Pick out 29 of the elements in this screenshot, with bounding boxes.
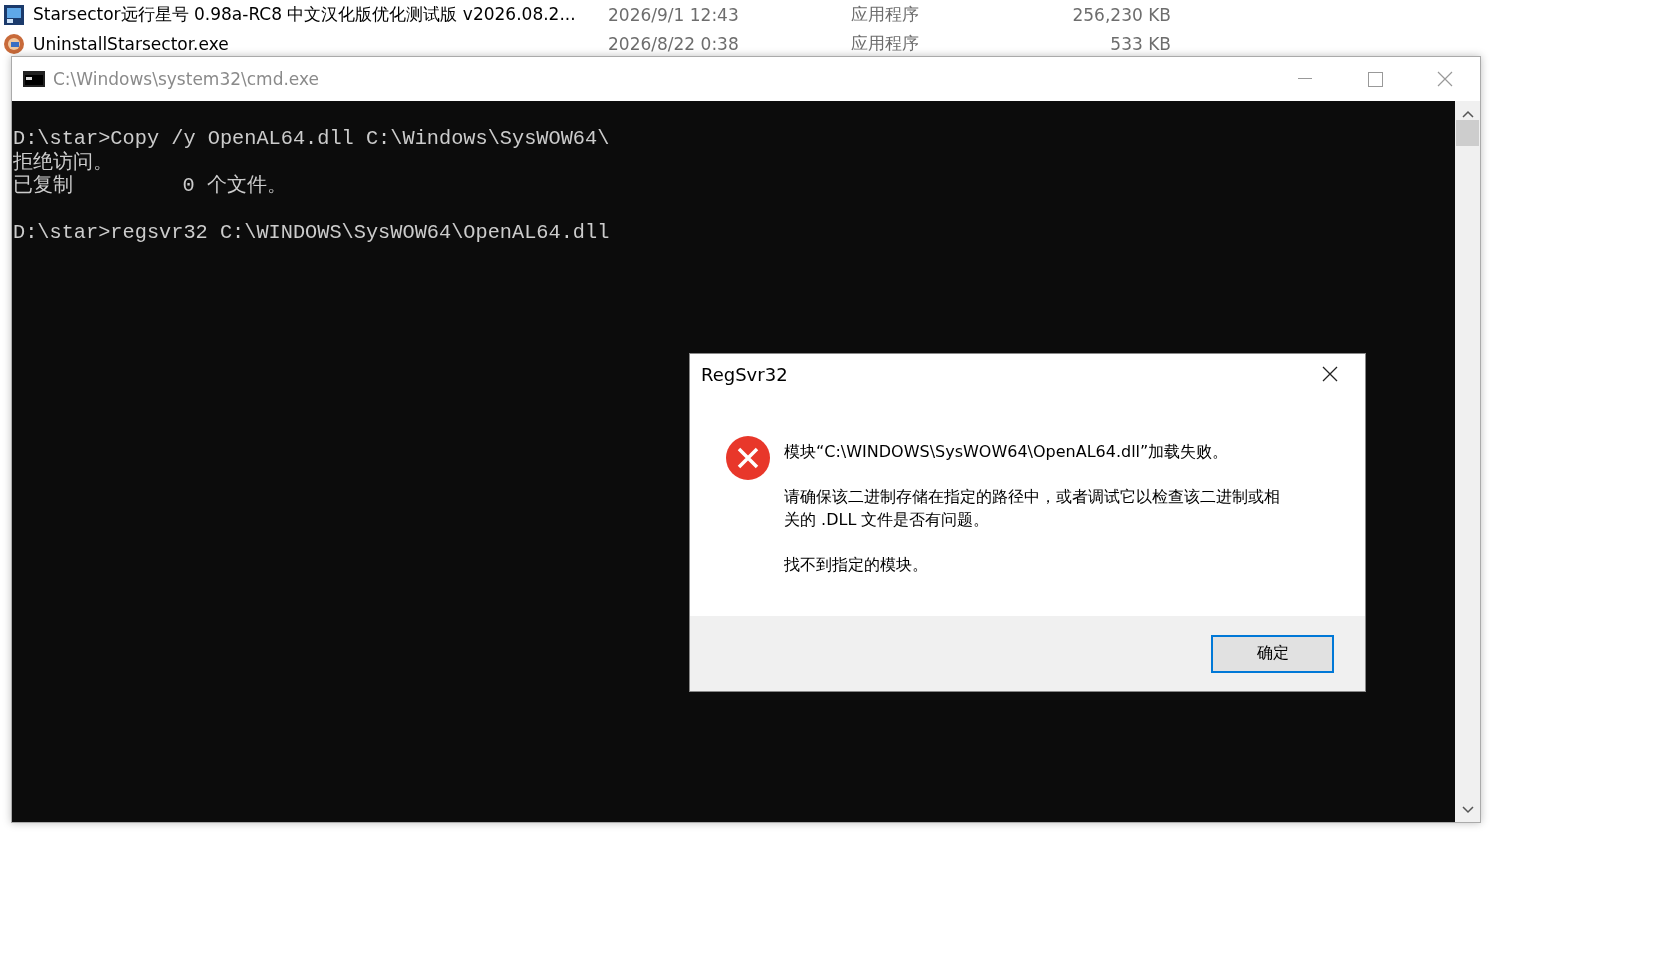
file-name[interactable]: Starsector远行星号 0.98a-RC8 中文汉化版优化测试版 v2026.08.2... — [33, 3, 608, 26]
application-icon — [3, 3, 25, 26]
installer-icon — [3, 32, 25, 55]
scrollbar[interactable] — [1455, 101, 1480, 822]
error-message: 请确保该二进制存储在指定的路径中，或者调试它以检查该二进制或相关的 .DLL 文件是否有问题。 — [784, 486, 1281, 531]
window-title: C:\Windows\system32\cmd.exe — [53, 69, 320, 89]
error-icon — [726, 436, 770, 480]
file-size: 533 KB — [1109, 33, 1171, 54]
console-line: D:\star>Copy /y OpenAL64.dll C:\Windows\SysWOW64\ — [13, 127, 611, 151]
file-date: 2026/8/22 0:38 — [608, 33, 740, 54]
file-date: 2026/9/1 12:43 — [608, 4, 740, 25]
close-icon[interactable] — [1322, 366, 1338, 382]
file-type: 应用程序 — [851, 3, 920, 26]
console-line: 拒绝访问。 — [13, 150, 114, 174]
scroll-up-icon[interactable] — [1461, 110, 1474, 118]
file-type: 应用程序 — [851, 32, 920, 55]
console-icon — [23, 71, 45, 87]
console-line: 已复制 0 个文件。 — [13, 174, 288, 198]
minimize-icon[interactable] — [1298, 78, 1312, 80]
scroll-down-icon[interactable] — [1461, 806, 1474, 814]
dialog-title: RegSvr32 — [701, 363, 788, 385]
maximize-icon[interactable] — [1367, 71, 1383, 87]
error-message: 模块“C:\WINDOWS\SysWOW64\OpenAL64.dll”加载失败。 — [784, 441, 1230, 463]
scrollbar-thumb[interactable] — [1456, 120, 1479, 146]
ok-button[interactable]: 确定 — [1211, 634, 1334, 673]
console-line: D:\star>regsvr32 C:\WINDOWS\SysWOW64\OpenAL64.dll — [13, 221, 611, 245]
file-name[interactable]: UninstallStarsector.exe — [33, 33, 608, 54]
error-message: 找不到指定的模块。 — [784, 554, 929, 576]
file-size: 256,230 KB — [1071, 4, 1171, 25]
